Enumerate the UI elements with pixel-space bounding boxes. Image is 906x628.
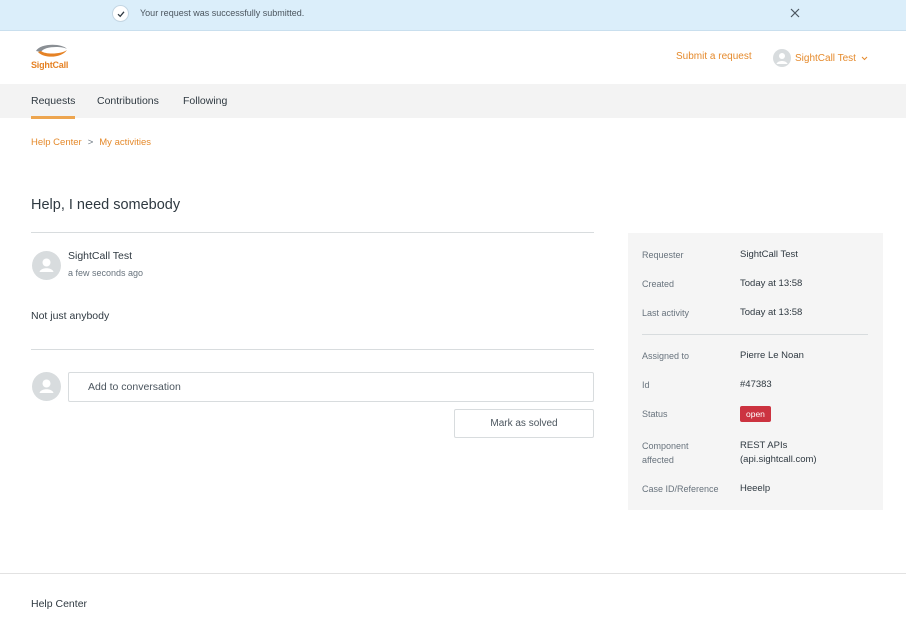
panel-divider [642, 334, 868, 335]
status-badge: open [740, 406, 771, 422]
footer-divider [0, 573, 906, 574]
commenter-avatar-icon [32, 372, 61, 401]
post-author: SightCall Test [68, 250, 133, 262]
divider [31, 349, 594, 350]
author-avatar-icon [32, 251, 61, 280]
submit-request-link[interactable]: Submit a request [676, 51, 752, 62]
breadcrumb-help-center[interactable]: Help Center [31, 137, 82, 148]
chevron-down-icon [861, 53, 868, 64]
tab-contributions[interactable]: Contributions [97, 95, 159, 107]
tab-following[interactable]: Following [183, 95, 227, 107]
add-comment-input[interactable] [68, 372, 594, 402]
mark-as-solved-button[interactable]: Mark as solved [454, 409, 594, 438]
logo-swoosh-icon [36, 44, 67, 57]
breadcrumb: Help Center > My activities [31, 137, 151, 148]
activity-tabs: Requests Contributions Following [0, 84, 906, 119]
tab-requests[interactable]: Requests [31, 95, 76, 119]
divider [31, 232, 594, 233]
request-details-panel: Requester SightCall Test Created Today a… [628, 233, 883, 510]
post-body: Not just anybody [31, 310, 110, 322]
logo-text: SightCall [31, 60, 69, 70]
breadcrumb-my-activities[interactable]: My activities [99, 137, 151, 148]
breadcrumb-separator: > [87, 137, 94, 148]
footer-help-center-link[interactable]: Help Center [31, 598, 87, 610]
sightcall-logo[interactable]: SightCall [30, 42, 72, 72]
close-icon[interactable] [786, 4, 804, 22]
user-avatar-icon [773, 49, 791, 67]
user-menu[interactable]: SightCall Test [773, 48, 868, 68]
page-title: Help, I need somebody [31, 197, 181, 213]
site-header: SightCall Submit a request SightCall Tes… [0, 32, 906, 84]
check-icon [112, 5, 129, 22]
success-notification: Your request was successfully submitted. [0, 0, 906, 31]
notification-message: Your request was successfully submitted. [140, 8, 305, 18]
user-name: SightCall Test [795, 52, 856, 64]
post-timestamp: a few seconds ago [68, 268, 144, 278]
